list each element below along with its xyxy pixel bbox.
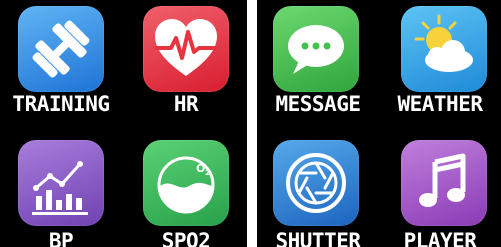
app-message[interactable]: MESSAGE	[257, 0, 379, 124]
app-weather[interactable]: WEATHER	[379, 0, 501, 124]
watch-screen-left: TRAINING HR BP O 2 SPO2	[0, 0, 247, 247]
app-label: SHUTTER	[275, 229, 361, 247]
heart-rate-icon	[143, 6, 229, 92]
app-label: HR	[173, 92, 199, 116]
app-player[interactable]: PLAYER	[379, 124, 501, 247]
music-note-icon	[401, 140, 487, 226]
app-label: WEATHER	[397, 92, 483, 116]
app-label: MESSAGE	[275, 92, 361, 116]
app-label: BP	[48, 229, 74, 247]
oxygen-icon: O 2	[143, 140, 229, 226]
svg-text:2: 2	[205, 169, 210, 177]
blood-pressure-chart-icon	[18, 140, 104, 226]
app-hr[interactable]: HR	[125, 0, 247, 124]
app-shutter[interactable]: SHUTTER	[257, 124, 379, 247]
app-training[interactable]: TRAINING	[0, 0, 122, 124]
app-bp[interactable]: BP	[0, 124, 122, 247]
app-label: SPO2	[161, 229, 211, 247]
svg-text:O: O	[196, 162, 205, 175]
message-icon	[273, 6, 359, 92]
watch-screen-right: MESSAGE WEATHER SHUTTER PLAYER	[257, 0, 501, 247]
dumbbell-icon	[18, 6, 104, 92]
app-label: TRAINING	[12, 92, 110, 116]
app-label: PLAYER	[403, 229, 477, 247]
app-spo2[interactable]: O 2 SPO2	[125, 124, 247, 247]
weather-icon	[401, 6, 487, 92]
camera-shutter-icon	[273, 140, 359, 226]
